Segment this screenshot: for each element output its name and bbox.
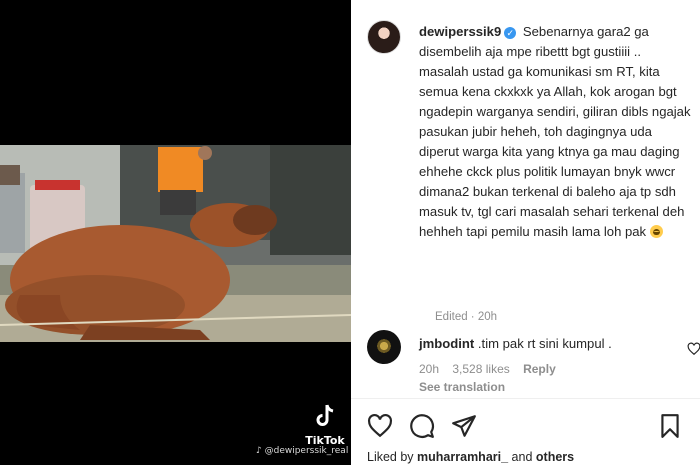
- caption-time[interactable]: 20h: [478, 311, 497, 323]
- comment-text: jmbodint .tim pak rt sini kumpul .: [419, 336, 612, 351]
- see-translation-link[interactable]: See translation: [419, 380, 505, 394]
- comment-meta: 20h 3,528 likes Reply: [419, 362, 566, 376]
- liked-by: Liked by muharramhari_ and others: [367, 450, 574, 464]
- reply-button[interactable]: Reply: [523, 362, 556, 376]
- comment-time[interactable]: 20h: [419, 362, 439, 376]
- share-icon[interactable]: [451, 413, 477, 439]
- caption-username[interactable]: dewiperssik9: [419, 24, 501, 39]
- comment-likes[interactable]: 3,528 likes: [452, 362, 509, 376]
- action-bar: [351, 410, 700, 442]
- tiktok-username: ♪ @dewiperssik_real: [256, 446, 348, 456]
- grinning-emoji-icon: [649, 225, 663, 238]
- liked-by-user[interactable]: muharramhari_: [417, 450, 508, 464]
- avatar[interactable]: [367, 20, 401, 54]
- comment-icon[interactable]: [409, 413, 435, 439]
- heart-icon[interactable]: [367, 413, 393, 439]
- video-pane[interactable]: TikTok ♪ @dewiperssik_real: [0, 0, 351, 465]
- liked-by-others[interactable]: others: [536, 450, 574, 464]
- tiktok-user-text: @dewiperssik_real: [264, 446, 349, 456]
- tiktok-watermark: TikTok: [302, 404, 348, 447]
- liked-by-and: and: [511, 450, 533, 464]
- liked-by-prefix: Liked by: [367, 450, 414, 464]
- comment-avatar[interactable]: [367, 330, 401, 364]
- bookmark-icon[interactable]: [657, 413, 683, 439]
- caption-body: Sebenarnya gara2 ga disembelih aja mpe r…: [419, 24, 691, 239]
- caption-text: dewiperssik9 ✓ Sebenarnya gara2 ga disemb…: [419, 22, 692, 242]
- comment-username[interactable]: jmbodint: [419, 336, 474, 351]
- post-photo: [0, 145, 351, 342]
- comment-heart-icon[interactable]: [687, 342, 700, 356]
- tiktok-user-icon: ♪: [256, 446, 265, 456]
- post-details: dewiperssik9 ✓ Sebenarnya gara2 ga disemb…: [351, 0, 700, 465]
- verified-badge-icon: ✓: [504, 27, 517, 39]
- caption-meta: Edited · 20h: [435, 311, 498, 323]
- edited-label: Edited: [435, 311, 468, 323]
- divider: [351, 398, 700, 399]
- tiktok-logo-icon: [316, 404, 334, 426]
- comment-body: .tim pak rt sini kumpul .: [477, 336, 612, 351]
